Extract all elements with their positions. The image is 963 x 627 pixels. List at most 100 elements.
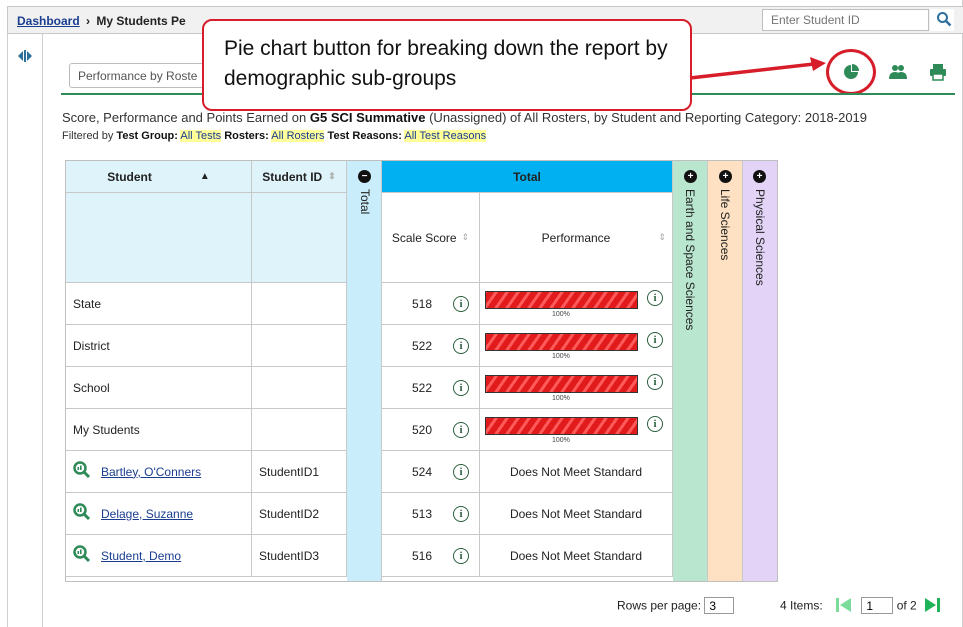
highlight-circle xyxy=(826,49,876,95)
summary-row-id-cell xyxy=(252,283,347,325)
student-name-link[interactable]: Student, Demo xyxy=(101,549,181,563)
performance-bar xyxy=(485,333,638,351)
report-title-prefix: Score, Performance and Points Earned on xyxy=(62,110,310,125)
performance-percent: 100% xyxy=(552,395,570,402)
info-icon[interactable]: i xyxy=(453,464,469,480)
filter-reasons-value: All Test Reasons xyxy=(404,130,487,142)
callout-arrow xyxy=(689,57,826,80)
summary-row-score-cell: 518 i xyxy=(382,283,480,325)
summary-row-id-cell xyxy=(252,409,347,451)
col-header-student-label: Student xyxy=(107,169,152,184)
search-button[interactable] xyxy=(930,9,954,31)
info-icon[interactable]: i xyxy=(453,380,469,396)
previous-icon xyxy=(836,597,852,612)
item-count: 4 Items: xyxy=(780,598,823,613)
summary-row-score-cell: 522 i xyxy=(382,325,480,367)
search-icon xyxy=(937,11,952,26)
scale-score-value: 513 xyxy=(412,507,433,521)
summary-row-label: District xyxy=(66,325,252,367)
col-header-performance[interactable]: Performance ⇕ xyxy=(480,193,673,283)
results-table: Student ▲ Student ID ⇕ − Total Total Sca… xyxy=(65,160,778,582)
scale-score-value: 522 xyxy=(412,381,433,395)
category-label-earth-space: Earth and Space Sciences xyxy=(683,189,697,331)
expand-earth-space-button[interactable]: + xyxy=(684,170,697,183)
col-header-student-id[interactable]: Student ID ⇕ xyxy=(252,161,347,193)
report-view-select[interactable]: Performance by Roste xyxy=(69,63,204,88)
info-icon[interactable]: i xyxy=(647,374,663,390)
next-page-button[interactable] xyxy=(924,597,941,615)
page-total: of 2 xyxy=(896,598,917,613)
filter-test-group-label: Test Group: xyxy=(116,130,178,142)
student-performance-cell: Does Not Meet Standard xyxy=(480,535,673,577)
scale-score-value: 516 xyxy=(412,549,433,563)
expand-life-sciences-button[interactable]: + xyxy=(719,170,732,183)
info-icon[interactable]: i xyxy=(453,422,469,438)
breadcrumb-dashboard-link[interactable]: Dashboard xyxy=(17,14,80,28)
summary-row-label: School xyxy=(66,367,252,409)
rows-per-page-input[interactable] xyxy=(704,597,735,614)
print-button[interactable] xyxy=(923,58,953,86)
performance-bar xyxy=(485,375,638,393)
student-score-cell: 513 i xyxy=(382,493,480,535)
summary-row-performance-cell: 100% i xyxy=(480,325,673,367)
performance-percent: 100% xyxy=(552,437,570,444)
header-subrow-student xyxy=(66,193,252,283)
info-icon[interactable]: i xyxy=(647,416,663,432)
report-title-suffix: (Unassigned) of All Rosters, by Student … xyxy=(425,110,868,125)
info-icon[interactable]: i xyxy=(453,338,469,354)
student-detail-icon[interactable] xyxy=(73,461,91,482)
expand-physical-sciences-button[interactable]: + xyxy=(753,170,766,183)
student-row: Student, Demo xyxy=(66,535,252,577)
performance-bar xyxy=(485,291,638,309)
report-filters: Filtered by Test Group: All Tests Roster… xyxy=(62,130,487,142)
filter-rosters-value: All Rosters xyxy=(271,130,325,142)
rows-per-page-label: Rows per page: xyxy=(617,598,702,613)
col-header-total: Total xyxy=(382,161,673,193)
filter-rosters-label: Rosters: xyxy=(224,130,269,142)
left-sidebar xyxy=(7,34,43,627)
col-header-scale-score[interactable]: Scale Score ⇕ xyxy=(382,193,480,283)
performance-percent: 100% xyxy=(552,311,570,318)
next-icon xyxy=(925,597,941,612)
pagination: 4 Items: of 2 xyxy=(780,597,941,615)
col-header-performance-label: Performance xyxy=(541,230,611,245)
student-score-cell: 516 i xyxy=(382,535,480,577)
page-number-input[interactable] xyxy=(861,597,894,614)
student-detail-icon[interactable] xyxy=(73,545,91,566)
student-id-cell: StudentID3 xyxy=(252,535,347,577)
collapse-total-button[interactable]: − xyxy=(358,170,371,183)
info-icon[interactable]: i xyxy=(453,296,469,312)
student-performance-cell: Does Not Meet Standard xyxy=(480,493,673,535)
report-title: Score, Performance and Points Earned on … xyxy=(62,110,867,125)
sort-icon: ⇕ xyxy=(461,232,470,242)
sort-icon: ⇕ xyxy=(328,171,336,181)
student-detail-icon[interactable] xyxy=(73,503,91,524)
category-label-physical-sciences: Physical Sciences xyxy=(753,189,767,286)
header-subrow-id xyxy=(252,193,347,283)
scale-score-value: 518 xyxy=(412,297,433,311)
student-score-cell: 524 i xyxy=(382,451,480,493)
group-button[interactable] xyxy=(883,58,913,86)
sort-icon: ▲ xyxy=(199,171,210,182)
summary-row-performance-cell: 100% i xyxy=(480,367,673,409)
student-id-cell: StudentID1 xyxy=(252,451,347,493)
student-name-link[interactable]: Bartley, O'Conners xyxy=(101,465,201,479)
breadcrumb-current: My Students Pe xyxy=(96,14,186,28)
summary-row-score-cell: 520 i xyxy=(382,409,480,451)
sidebar-toggle-icon[interactable] xyxy=(18,50,32,65)
prev-page-button[interactable] xyxy=(836,597,852,615)
student-id-cell: StudentID2 xyxy=(252,493,347,535)
scale-score-value: 524 xyxy=(412,465,433,479)
breadcrumb-separator: › xyxy=(86,14,91,28)
breadcrumb: Dashboard › My Students Pe xyxy=(17,14,186,28)
scale-score-value: 520 xyxy=(412,423,433,437)
info-icon[interactable]: i xyxy=(647,290,663,306)
rows-per-page: Rows per page: xyxy=(617,597,735,614)
info-icon[interactable]: i xyxy=(453,506,469,522)
info-icon[interactable]: i xyxy=(453,548,469,564)
col-header-student[interactable]: Student ▲ xyxy=(66,161,252,193)
info-icon[interactable]: i xyxy=(647,332,663,348)
student-id-search-input[interactable] xyxy=(762,9,929,31)
summary-row-id-cell xyxy=(252,367,347,409)
student-name-link[interactable]: Delage, Suzanne xyxy=(101,507,193,521)
